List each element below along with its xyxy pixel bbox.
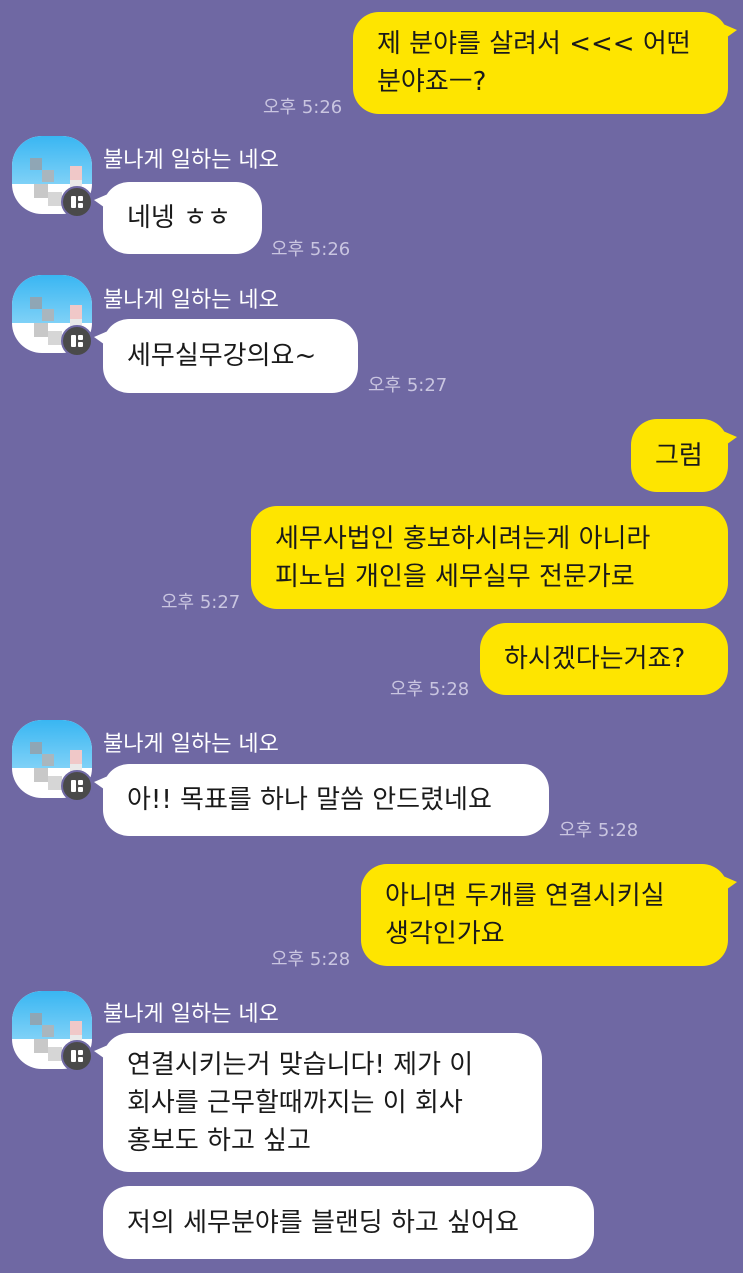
- sender-name: 불나게 일하는 네오: [103, 148, 279, 173]
- message-text: 세무사법인 홍보하시려는게 아니라 피노님 개인을 세무실무 전문가로: [275, 523, 651, 592]
- message-text: 연결시키는거 맞습니다! 제가 이 회사를 근무할때까지는 이 회사 홍보도 하…: [127, 1049, 474, 1156]
- message-time: 오후 5:26: [263, 97, 343, 118]
- other-message-bubble: 연결시키는거 맞습니다! 제가 이 회사를 근무할때까지는 이 회사 홍보도 하…: [94, 1033, 542, 1172]
- sender-name: 불나게 일하는 네오: [103, 732, 279, 757]
- my-message-bubble: 세무사법인 홍보하시려는게 아니라 피노님 개인을 세무실무 전문가로: [251, 506, 728, 609]
- message-time: 오후 5:27: [368, 375, 448, 396]
- message-text: 저의 세무분야를 블랜딩 하고 싶어요: [127, 1207, 519, 1238]
- message-text: 네넹 ㅎㅎ: [127, 203, 231, 233]
- my-message-bubble: 제 분야를 살려서 <<< 어떤 분야죠ㅡ?: [353, 12, 737, 114]
- sender-name: 불나게 일하는 네오: [103, 1002, 279, 1027]
- other-message-bubble: 저의 세무분야를 블랜딩 하고 싶어요: [103, 1186, 594, 1259]
- message-text: 그럼: [655, 440, 703, 471]
- message-text: 세무실무강의요~: [127, 341, 317, 371]
- profile-badge-icon: [61, 325, 93, 357]
- message-time: 오후 5:28: [559, 820, 639, 841]
- message-time: 오후 5:27: [161, 592, 241, 613]
- message-time: 오후 5:26: [271, 239, 351, 260]
- message-text: 제 분야를 살려서 <<< 어떤 분야죠ㅡ?: [377, 29, 691, 97]
- other-message-bubble: 세무실무강의요~: [94, 319, 358, 393]
- message-text: 하시겠다는거죠?: [504, 644, 686, 674]
- my-message-bubble: 그럼: [631, 419, 737, 492]
- profile-badge-icon: [61, 186, 93, 218]
- my-message-bubble: 아니면 두개를 연결시키실 생각인가요: [361, 864, 737, 966]
- other-message-bubble: 아!! 목표를 하나 말씀 안드렸네요: [94, 764, 549, 836]
- sender-name: 불나게 일하는 네오: [103, 288, 279, 313]
- message-text: 아!! 목표를 하나 말씀 안드렸네요: [127, 785, 492, 815]
- profile-badge-icon: [61, 770, 93, 802]
- message-time: 오후 5:28: [271, 949, 351, 970]
- message-text: 아니면 두개를 연결시키실 생각인가요: [385, 881, 665, 949]
- profile-badge-icon: [61, 1040, 93, 1072]
- other-message-bubble: 네넹 ㅎㅎ: [94, 182, 262, 254]
- message-time: 오후 5:28: [390, 679, 470, 700]
- my-message-bubble: 하시겠다는거죠?: [480, 623, 728, 695]
